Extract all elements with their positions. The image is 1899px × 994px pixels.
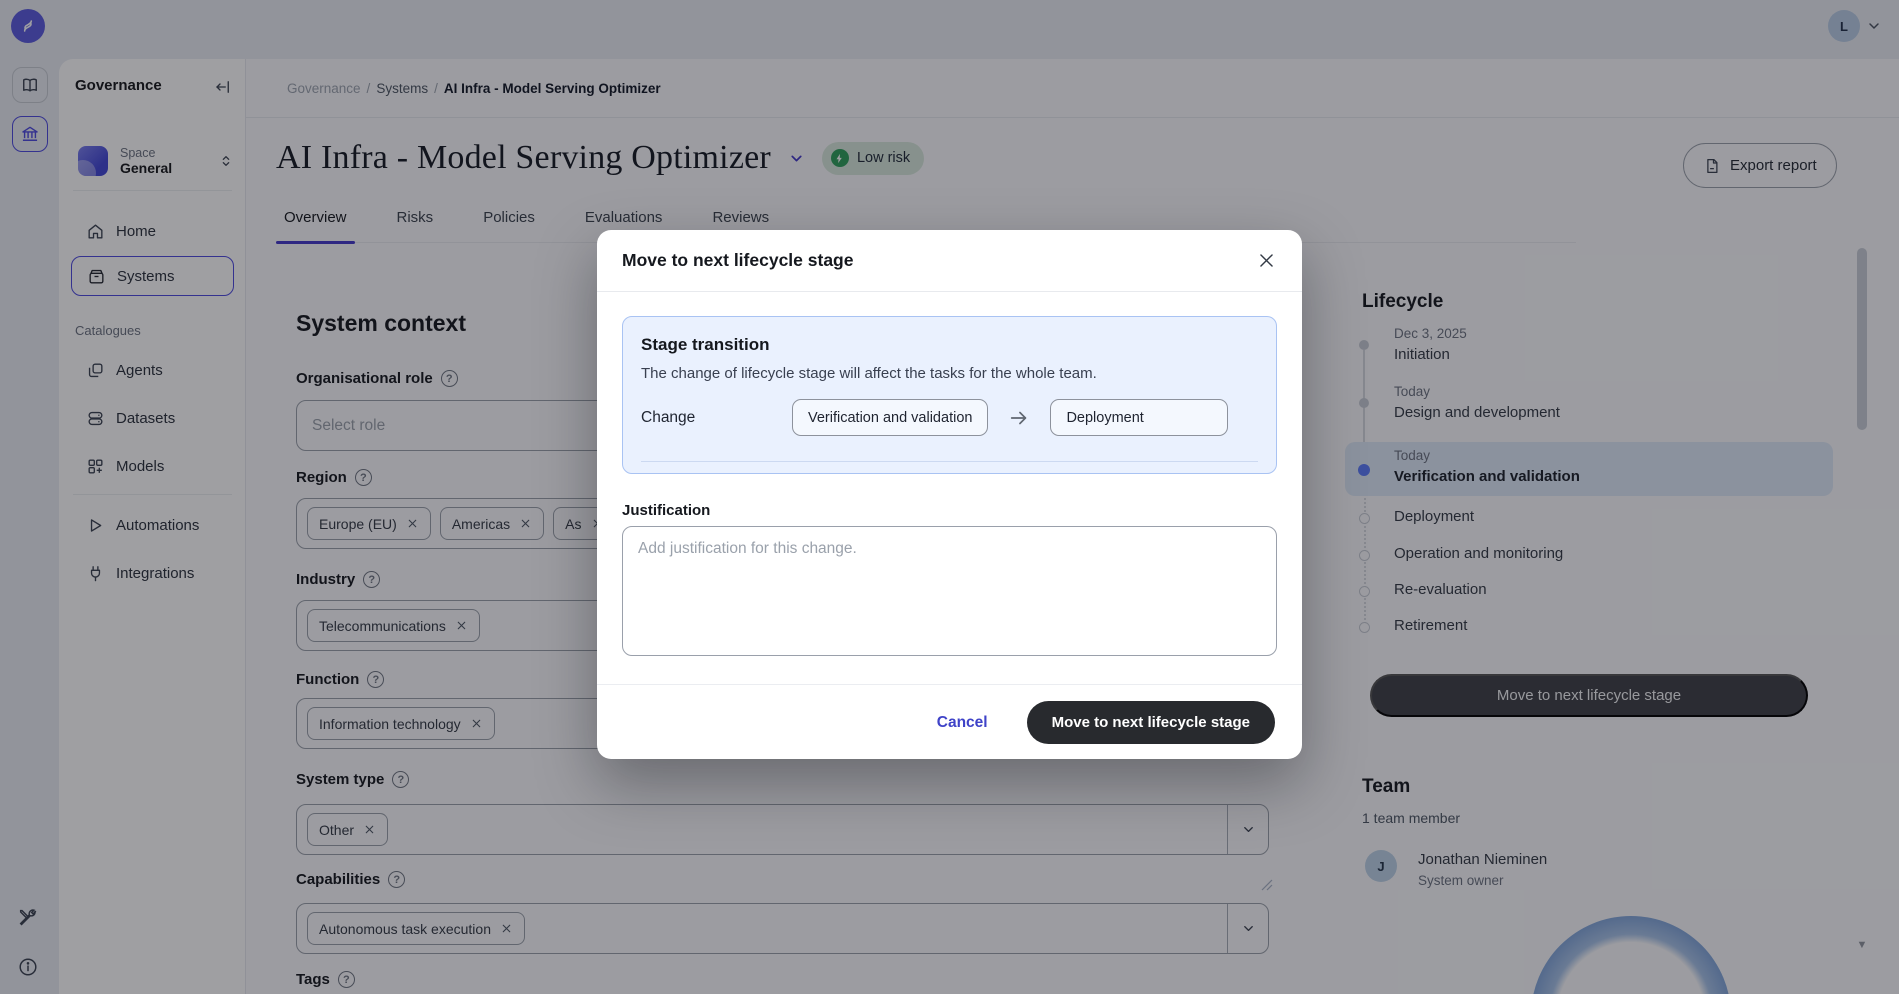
justification-textarea[interactable]: [622, 526, 1277, 656]
stage-change-row: Change Verification and validation Deplo…: [641, 399, 1258, 436]
justification-label: Justification: [622, 502, 1277, 519]
cancel-button[interactable]: Cancel: [937, 714, 988, 732]
modal-header: Move to next lifecycle stage: [597, 230, 1302, 292]
app-root: L Governance Space General: [0, 0, 1899, 994]
lifecycle-modal: Move to next lifecycle stage Stage trans…: [597, 230, 1302, 759]
stage-transition-description: The change of lifecycle stage will affec…: [641, 365, 1258, 382]
stage-from-pill: Verification and validation: [792, 399, 988, 436]
stage-to-pill: Deployment: [1050, 399, 1228, 436]
arrow-right-icon: [988, 407, 1050, 429]
stage-transition-box: Stage transition The change of lifecycle…: [622, 316, 1277, 474]
resize-grip-icon[interactable]: [1261, 879, 1273, 891]
modal-footer: Cancel Move to next lifecycle stage: [597, 684, 1302, 760]
infobox-divider: [641, 461, 1258, 462]
move-next-stage-submit-button[interactable]: Move to next lifecycle stage: [1027, 701, 1275, 744]
modal-title: Move to next lifecycle stage: [622, 250, 853, 271]
stage-transition-heading: Stage transition: [641, 335, 1258, 355]
close-icon: [1257, 251, 1276, 270]
change-label: Change: [641, 409, 792, 427]
close-modal-button[interactable]: [1252, 247, 1280, 275]
